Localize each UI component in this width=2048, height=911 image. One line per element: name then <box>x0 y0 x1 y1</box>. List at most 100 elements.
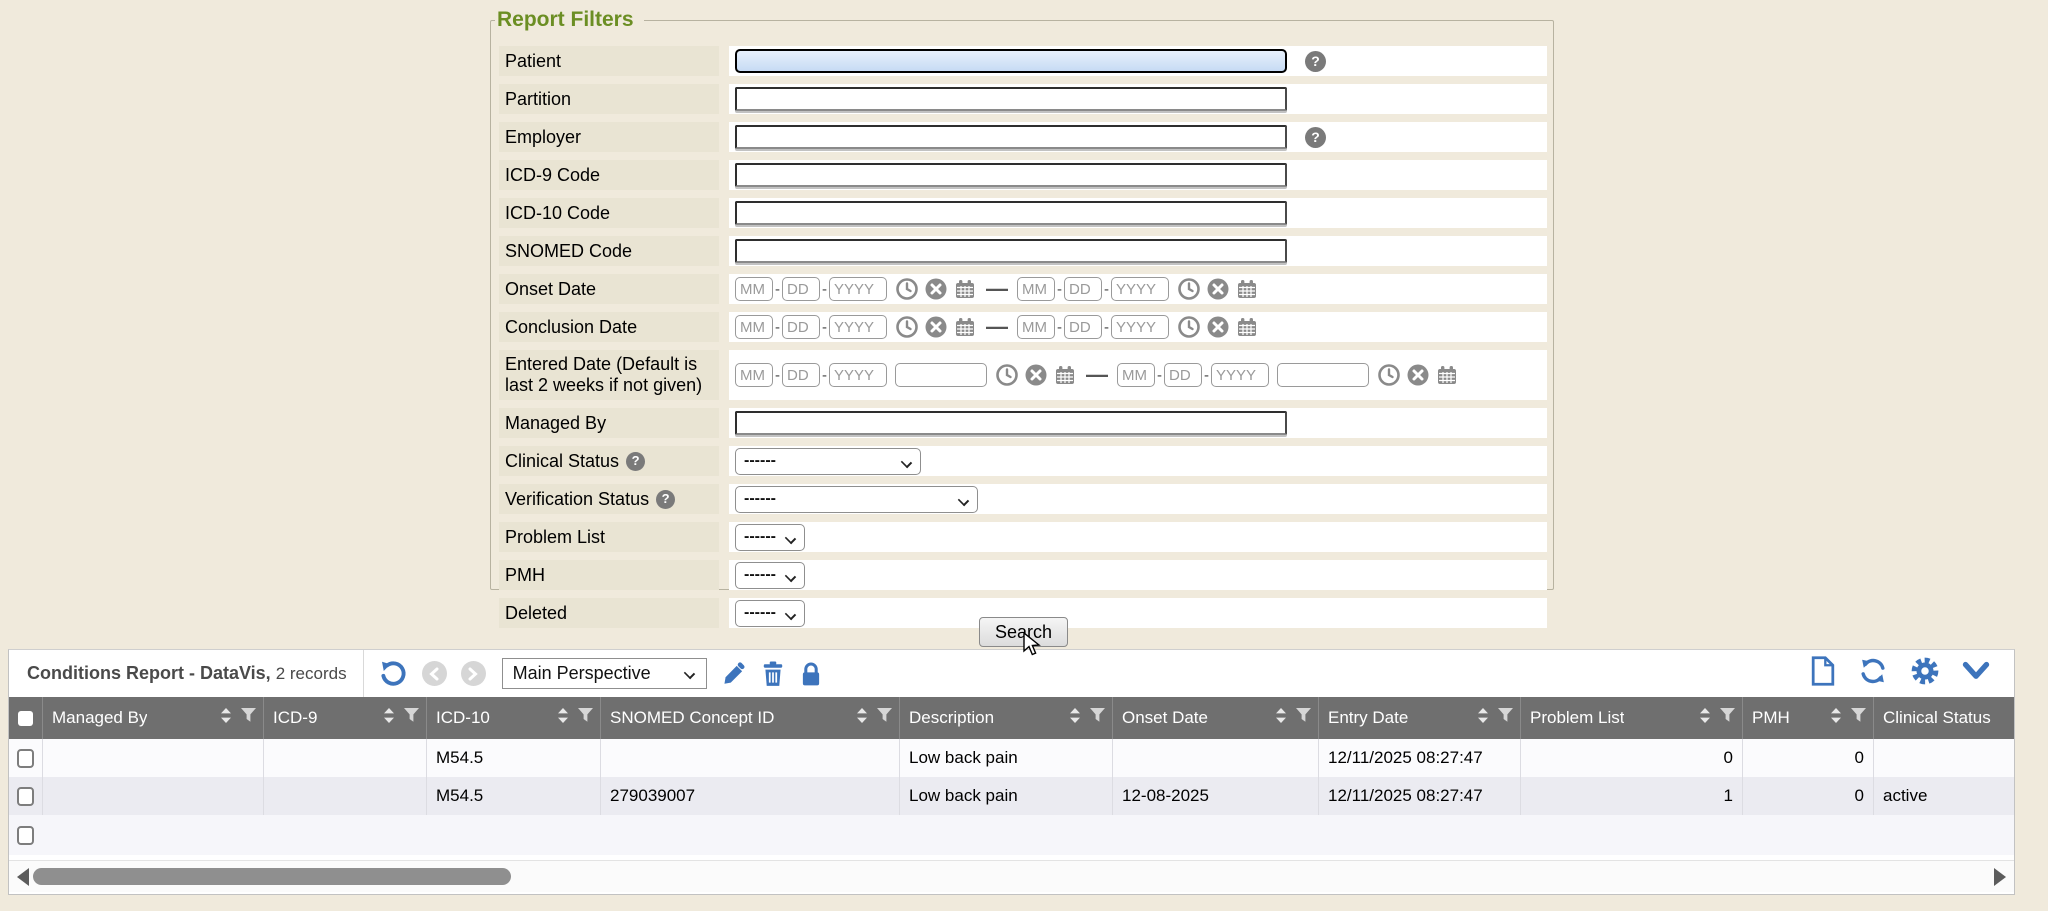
x-circle-icon[interactable] <box>1024 363 1048 387</box>
funnel-icon[interactable] <box>240 707 257 729</box>
funnel-icon[interactable] <box>1850 707 1867 729</box>
scroll-right-arrow-icon[interactable] <box>1994 868 2006 886</box>
column-header-onset-date[interactable]: Onset Date <box>1113 697 1319 739</box>
conclusion-to-year-input[interactable] <box>1111 315 1169 339</box>
column-header-pmh[interactable]: PMH <box>1743 697 1874 739</box>
entered-from-time-input[interactable] <box>895 363 987 387</box>
entered-to-year-input[interactable] <box>1211 363 1269 387</box>
horizontal-scrollbar[interactable] <box>9 860 2014 892</box>
trash-icon[interactable] <box>761 661 785 687</box>
column-header-icd10[interactable]: ICD-10 <box>427 697 601 739</box>
clock-icon[interactable] <box>1177 315 1201 339</box>
table-row[interactable]: M54.5 Low back pain 12/11/2025 08:27:47 … <box>9 739 2014 777</box>
chevron-down-icon[interactable] <box>1962 660 1990 687</box>
calendar-icon[interactable] <box>953 277 977 301</box>
conclusion-to-month-input[interactable] <box>1017 315 1055 339</box>
funnel-icon[interactable] <box>577 707 594 729</box>
conclusion-from-month-input[interactable] <box>735 315 773 339</box>
funnel-icon[interactable] <box>403 707 420 729</box>
x-circle-icon[interactable] <box>924 315 948 339</box>
calendar-icon[interactable] <box>1235 277 1259 301</box>
select-all-checkbox[interactable] <box>9 697 43 739</box>
row-checkbox[interactable] <box>17 826 34 845</box>
snomed-input[interactable] <box>735 239 1287 263</box>
pencil-icon[interactable] <box>721 661 747 687</box>
funnel-icon[interactable] <box>1497 707 1514 729</box>
onset-from-day-input[interactable] <box>782 277 820 301</box>
deleted-select[interactable]: ------ <box>735 600 805 627</box>
onset-from-year-input[interactable] <box>829 277 887 301</box>
onset-to-day-input[interactable] <box>1064 277 1102 301</box>
chevron-right-circle-icon[interactable] <box>461 661 486 686</box>
clinical-status-select[interactable]: ------ <box>735 448 921 475</box>
help-icon[interactable]: ? <box>1305 51 1326 72</box>
funnel-icon[interactable] <box>1295 707 1312 729</box>
verification-status-select[interactable]: ------ <box>735 486 978 513</box>
clock-icon[interactable] <box>895 277 919 301</box>
help-icon[interactable]: ? <box>1305 127 1326 148</box>
icd9-input[interactable] <box>735 163 1287 187</box>
sort-arrows-icon[interactable] <box>855 707 869 729</box>
x-circle-icon[interactable] <box>1406 363 1430 387</box>
conclusion-to-day-input[interactable] <box>1064 315 1102 339</box>
sort-arrows-icon[interactable] <box>1698 707 1712 729</box>
clock-icon[interactable] <box>1177 277 1201 301</box>
refresh-icon[interactable] <box>1858 656 1888 691</box>
sort-arrows-icon[interactable] <box>556 707 570 729</box>
clock-icon[interactable] <box>995 363 1019 387</box>
managed-by-input[interactable] <box>735 411 1287 435</box>
patient-input[interactable] <box>735 49 1287 73</box>
employer-input[interactable] <box>735 125 1287 149</box>
help-icon[interactable]: ? <box>656 490 675 509</box>
column-header-clinical-status[interactable]: Clinical Status <box>1874 697 2013 739</box>
x-circle-icon[interactable] <box>1206 277 1230 301</box>
sort-arrows-icon[interactable] <box>1068 707 1082 729</box>
row-checkbox[interactable] <box>17 749 34 768</box>
clock-icon[interactable] <box>895 315 919 339</box>
conclusion-from-day-input[interactable] <box>782 315 820 339</box>
row-checkbox[interactable] <box>17 787 34 806</box>
lock-icon[interactable] <box>799 661 823 687</box>
problem-list-select[interactable]: ------ <box>735 524 805 551</box>
funnel-icon[interactable] <box>1089 707 1106 729</box>
onset-to-month-input[interactable] <box>1017 277 1055 301</box>
entered-to-month-input[interactable] <box>1117 363 1155 387</box>
entered-to-day-input[interactable] <box>1164 363 1202 387</box>
partition-input[interactable] <box>735 87 1287 111</box>
gear-icon[interactable] <box>1910 656 1940 691</box>
column-header-snomed-concept-id[interactable]: SNOMED Concept ID <box>601 697 900 739</box>
column-header-description[interactable]: Description <box>900 697 1113 739</box>
onset-from-month-input[interactable] <box>735 277 773 301</box>
entered-from-month-input[interactable] <box>735 363 773 387</box>
onset-to-year-input[interactable] <box>1111 277 1169 301</box>
table-row[interactable]: M54.5 279039007 Low back pain 12-08-2025… <box>9 777 2014 815</box>
perspective-select[interactable]: Main Perspective <box>502 658 707 689</box>
column-header-icd9[interactable]: ICD-9 <box>264 697 427 739</box>
pmh-select[interactable]: ------ <box>735 562 805 589</box>
column-header-entry-date[interactable]: Entry Date <box>1319 697 1521 739</box>
table-row[interactable] <box>9 815 2014 855</box>
sort-arrows-icon[interactable] <box>219 707 233 729</box>
document-icon[interactable] <box>1810 656 1836 691</box>
entered-from-year-input[interactable] <box>829 363 887 387</box>
conclusion-from-year-input[interactable] <box>829 315 887 339</box>
column-header-problem-list[interactable]: Problem List <box>1521 697 1743 739</box>
funnel-icon[interactable] <box>1719 707 1736 729</box>
x-circle-icon[interactable] <box>924 277 948 301</box>
icd10-input[interactable] <box>735 201 1287 225</box>
column-header-managed-by[interactable]: Managed By <box>43 697 264 739</box>
sort-arrows-icon[interactable] <box>382 707 396 729</box>
sort-arrows-icon[interactable] <box>1476 707 1490 729</box>
entered-to-time-input[interactable] <box>1277 363 1369 387</box>
calendar-icon[interactable] <box>1235 315 1259 339</box>
scrollbar-thumb[interactable] <box>33 868 511 885</box>
calendar-icon[interactable] <box>953 315 977 339</box>
sort-arrows-icon[interactable] <box>1274 707 1288 729</box>
calendar-icon[interactable] <box>1435 363 1459 387</box>
calendar-icon[interactable] <box>1053 363 1077 387</box>
sort-arrows-icon[interactable] <box>1829 707 1843 729</box>
help-icon[interactable]: ? <box>626 452 645 471</box>
funnel-icon[interactable] <box>876 707 893 729</box>
undo-arrow-icon[interactable] <box>378 659 408 689</box>
entered-from-day-input[interactable] <box>782 363 820 387</box>
